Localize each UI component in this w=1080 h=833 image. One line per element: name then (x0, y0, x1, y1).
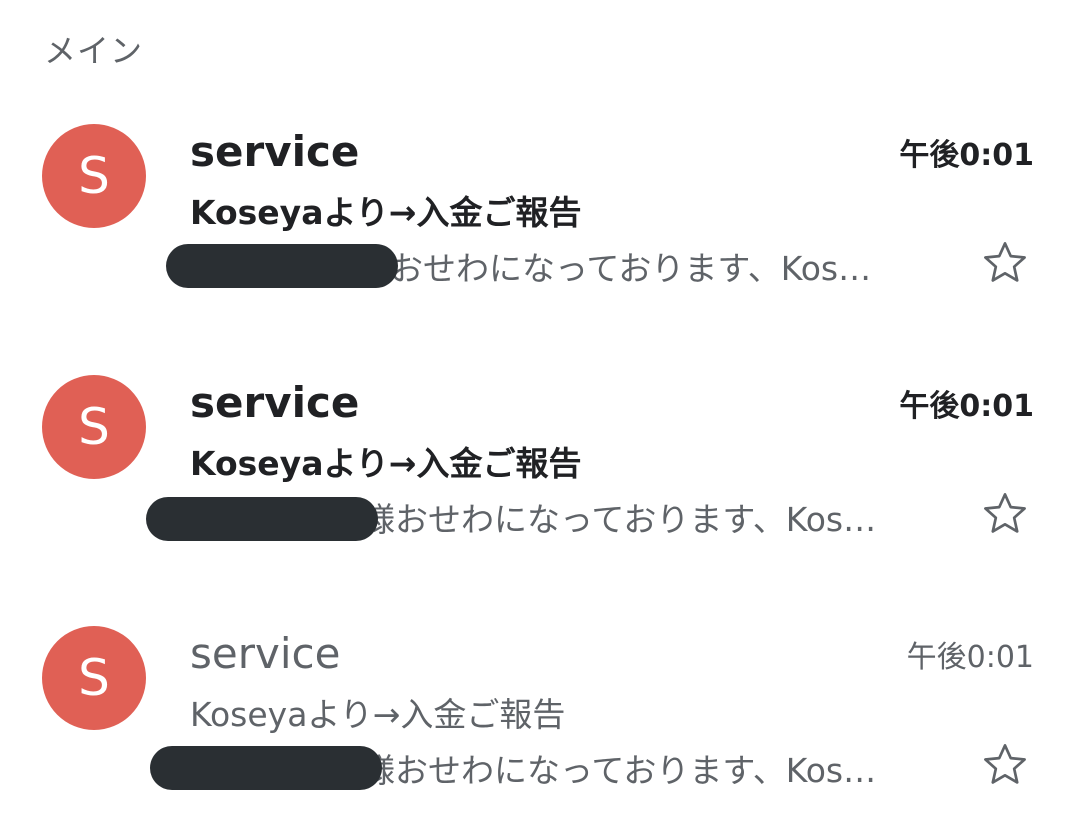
star-icon[interactable] (980, 740, 1030, 790)
sender-avatar[interactable]: S (42, 375, 146, 479)
star-icon[interactable] (980, 489, 1030, 539)
email-time: 午後0:01 (899, 389, 1034, 424)
email-subject: Koseyaより→入金ご報告 (190, 444, 582, 483)
email-list: S service 午後0:01 Koseyaより→入金ご報告 おせわになってお… (0, 0, 1080, 833)
email-snippet: 様おせわになっております、Kos… (362, 500, 877, 539)
email-subject: Koseyaより→入金ご報告 (190, 193, 582, 232)
sender-name: service (190, 378, 360, 427)
sender-name: service (190, 629, 341, 678)
email-time: 午後0:01 (899, 138, 1034, 173)
sender-avatar[interactable]: S (42, 124, 146, 228)
star-icon[interactable] (980, 238, 1030, 288)
email-row[interactable]: S service 午後0:01 Koseyaより→入金ご報告 おせわになってお… (0, 120, 1080, 360)
email-row[interactable]: S service 午後0:01 Koseyaより→入金ご報告 様おせわになって… (0, 371, 1080, 611)
sender-avatar[interactable]: S (42, 626, 146, 730)
email-time: 午後0:01 (906, 640, 1034, 675)
email-snippet: おせわになっております、Kos… (390, 249, 872, 288)
redaction-bar (146, 497, 378, 541)
email-snippet: 様おせわになっております、Kos… (362, 751, 877, 790)
sender-name: service (190, 127, 360, 176)
redaction-bar (150, 746, 382, 790)
redaction-bar (166, 244, 398, 288)
email-row[interactable]: S service 午後0:01 Koseyaより→入金ご報告 様おせわになって… (0, 622, 1080, 833)
email-subject: Koseyaより→入金ご報告 (190, 695, 566, 734)
inbox-page: メイン S service 午後0:01 Koseyaより→入金ご報告 おせわに… (0, 0, 1080, 833)
